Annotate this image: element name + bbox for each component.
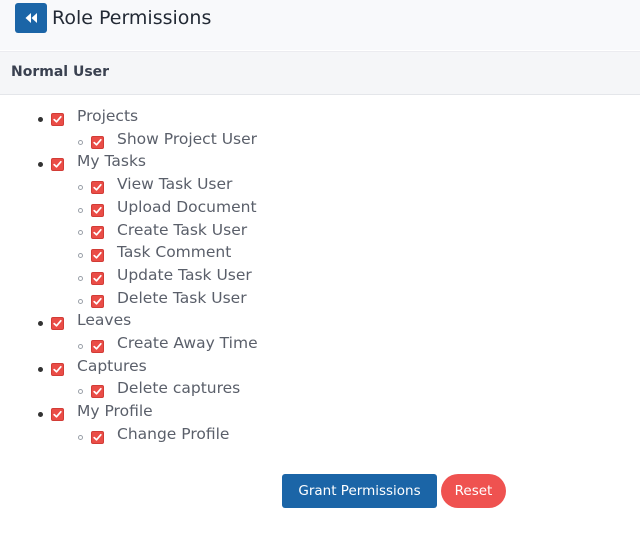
double-chevron-left-icon [25,13,37,23]
role-header: Normal User [0,51,640,95]
permission-label: Create Task User [117,220,248,239]
sub-list-bullet [78,208,83,213]
permission-label: Delete Task User [117,288,247,307]
permission-checkbox[interactable] [91,295,104,308]
permission-checkbox[interactable] [91,249,104,262]
reset-button[interactable]: Reset [441,474,506,508]
permission-checkbox[interactable] [91,431,104,444]
sub-list-bullet [78,230,83,235]
permission-group-checkbox[interactable] [51,113,64,126]
page-title: Role Permissions [52,7,212,29]
sub-list-bullet [78,389,83,394]
permission-checkbox[interactable] [91,226,104,239]
sub-list-bullet [78,140,83,145]
role-name: Normal User [11,64,110,80]
permission-group-label: My Tasks [77,152,147,171]
permission-label: Create Away Time [117,334,258,352]
sub-list-bullet [78,185,83,190]
permission-group-checkbox[interactable] [51,408,64,421]
list-bullet [38,321,43,326]
list-bullet [38,162,43,167]
list-bullet [38,412,43,417]
permission-group-checkbox[interactable] [51,317,64,330]
permission-group-label: Captures [77,356,147,375]
list-bullet [38,117,43,122]
permission-group-checkbox[interactable] [51,363,64,376]
permission-group-label: My Profile [77,402,153,421]
sub-list-bullet [78,253,83,258]
permission-label: Update Task User [117,265,252,284]
permission-checkbox[interactable] [91,181,104,194]
permission-checkbox[interactable] [91,204,104,217]
permission-label: View Task User [117,175,233,194]
permission-label: Delete captures [117,379,241,398]
permission-checkbox[interactable] [91,385,104,398]
permission-label: Show Project User [117,129,258,148]
permission-label: Task Comment [117,243,232,262]
sub-list-bullet [78,435,83,440]
permission-checkbox[interactable] [91,272,104,285]
grant-permissions-button[interactable]: Grant Permissions [282,474,437,508]
permission-checkbox[interactable] [91,136,104,149]
list-bullet [38,367,43,372]
permission-group-label: Leaves [77,311,132,330]
permission-label: Upload Document [117,197,257,216]
back-button[interactable] [15,3,47,33]
top-bar: Role Permissions [0,0,640,50]
permission-group-checkbox[interactable] [51,158,64,171]
permission-checkbox[interactable] [91,340,104,353]
sub-list-bullet [78,276,83,281]
permission-label: Change Profile [117,424,230,443]
sub-list-bullet [78,299,83,304]
permission-group-label: Projects [77,107,139,125]
sub-list-bullet [78,344,83,349]
